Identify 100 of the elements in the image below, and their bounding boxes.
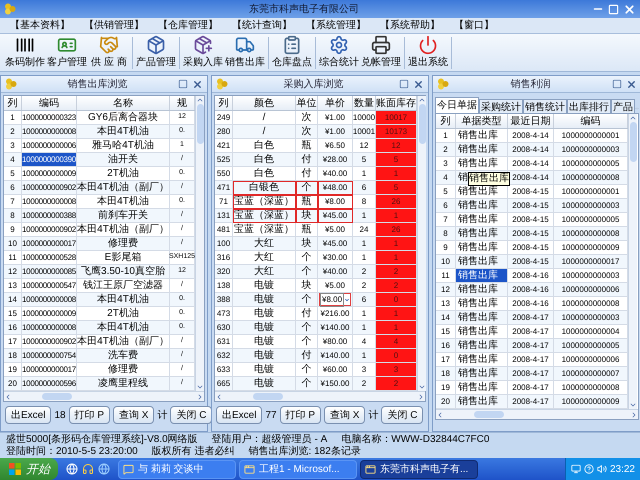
scroll-up-icon[interactable]: [418, 96, 426, 104]
panel-button[interactable]: 出Excel: [5, 406, 52, 424]
package-icon: [146, 35, 166, 55]
menu-item[interactable]: 【窗口】: [454, 18, 494, 33]
tab[interactable]: 今日单据: [435, 97, 479, 113]
speaker-icon[interactable]: [596, 464, 607, 474]
close-icon[interactable]: [192, 78, 203, 90]
scroll-thumb[interactable]: [630, 122, 636, 162]
panel-button[interactable]: 查询 X: [324, 406, 366, 424]
maximize-icon[interactable]: [399, 79, 409, 89]
scroll-right-icon[interactable]: [417, 392, 425, 400]
column-header[interactable]: 列: [436, 114, 456, 128]
table-cell: ¥48.00: [318, 181, 353, 195]
scroll-thumb[interactable]: [42, 393, 72, 400]
column-header[interactable]: 最近日期: [508, 114, 554, 128]
scroll-down-icon[interactable]: [418, 383, 426, 391]
menu-item[interactable]: 【系统帮助】: [380, 18, 440, 33]
toolbar-button[interactable]: 条码制作: [4, 34, 46, 70]
scroll-up-icon[interactable]: [196, 96, 204, 104]
chat-icon: [123, 464, 134, 474]
taskbar-button[interactable]: 东莞市科声电子有...: [360, 460, 478, 478]
toolbar-button[interactable]: 兑帐管理: [360, 34, 402, 70]
handshake-icon: [99, 35, 119, 55]
maximize-icon[interactable]: [612, 79, 622, 89]
table-cell: 0: [376, 293, 417, 307]
column-header[interactable]: 列: [215, 96, 233, 110]
panel-button[interactable]: 打印 P: [68, 406, 110, 424]
panel-button[interactable]: 关闭 C: [170, 406, 212, 424]
scroll-right-icon[interactable]: [630, 410, 638, 418]
tab[interactable]: 产品: [611, 99, 635, 113]
maximize-icon[interactable]: [178, 79, 188, 89]
taskbar-button[interactable]: 与 莉莉 交谈中: [118, 460, 236, 478]
table-cell: 1: [376, 237, 417, 251]
panel-button[interactable]: 打印 P: [280, 406, 322, 424]
column-header[interactable]: 列: [4, 96, 22, 110]
column-header[interactable]: 单位: [296, 96, 318, 110]
column-header[interactable]: 单据类型: [456, 114, 508, 128]
scroll-thumb[interactable]: [474, 411, 504, 418]
table-cell: 块: [296, 209, 318, 223]
column-header[interactable]: 单价: [318, 96, 353, 110]
table-cell: 白银色: [233, 181, 296, 195]
panel-button[interactable]: 关闭 C: [381, 406, 424, 424]
toolbar-button[interactable]: 综合统计: [318, 34, 360, 70]
help-icon[interactable]: [584, 464, 594, 474]
panel-button[interactable]: 查询 X: [113, 406, 154, 424]
table-cell: ¥8.00: [318, 195, 353, 209]
column-header[interactable]: 编码: [22, 96, 77, 110]
vertical-scrollbar[interactable]: [195, 96, 204, 391]
toolbar-button[interactable]: 退出系统: [407, 34, 449, 70]
table-cell: ¥45.00: [318, 209, 353, 223]
scroll-right-icon[interactable]: [196, 392, 204, 400]
scroll-left-icon[interactable]: [436, 410, 444, 418]
toolbar-button[interactable]: 采购入库: [182, 34, 224, 70]
scroll-down-icon[interactable]: [629, 401, 637, 409]
taskbar-button[interactable]: 工程1 - Microsof...: [239, 460, 357, 478]
close-icon[interactable]: [623, 2, 636, 16]
column-header[interactable]: 颜色: [233, 96, 296, 110]
toolbar-button[interactable]: 供 应 商: [88, 34, 130, 70]
toolbar-button[interactable]: 客户管理: [46, 34, 88, 70]
globe-icon[interactable]: [98, 463, 110, 475]
menu-item[interactable]: 【供销管理】: [84, 18, 144, 33]
status-text: 电脑名称：WWW-D32844C7FC0: [341, 434, 490, 446]
vertical-scrollbar[interactable]: [417, 96, 426, 391]
start-button[interactable]: 开始: [0, 458, 58, 480]
menu-item[interactable]: 【统计查询】: [232, 18, 292, 33]
app-window-icon: [244, 464, 255, 474]
scroll-thumb[interactable]: [418, 104, 426, 144]
horizontal-scrollbar[interactable]: [215, 391, 425, 401]
vertical-scrollbar[interactable]: [628, 114, 637, 409]
tab[interactable]: 出库排行: [567, 99, 611, 113]
table-cell: 2: [376, 265, 417, 279]
table-cell: 10173: [376, 125, 417, 139]
truck-icon: [235, 35, 255, 55]
price-dropdown[interactable]: ¥8.00: [319, 293, 351, 306]
scroll-left-icon[interactable]: [4, 392, 12, 400]
scroll-down-icon[interactable]: [196, 383, 204, 391]
horizontal-scrollbar[interactable]: [436, 409, 638, 419]
app-logo-icon: [4, 3, 16, 15]
toolbar-button[interactable]: 销售出库: [224, 34, 266, 70]
scroll-left-icon[interactable]: [215, 392, 223, 400]
scroll-thumb[interactable]: [196, 104, 204, 144]
horizontal-scrollbar[interactable]: [4, 391, 204, 401]
menu-item[interactable]: 【仓库管理】: [158, 18, 218, 33]
scroll-thumb[interactable]: [253, 393, 283, 400]
menu-item[interactable]: 【基本资料】: [10, 18, 70, 33]
close-icon[interactable]: [626, 78, 637, 90]
panel-button[interactable]: 出Excel: [216, 406, 262, 424]
monitor-icon[interactable]: [570, 464, 581, 474]
close-icon[interactable]: [413, 78, 424, 90]
toolbar-button[interactable]: 产品管理: [135, 34, 177, 70]
toolbar-button[interactable]: 仓库盘点: [271, 34, 313, 70]
tab[interactable]: 采购统计: [479, 99, 523, 113]
clipboard-icon: [282, 35, 302, 55]
table-cell: 个: [296, 181, 318, 195]
column-header[interactable]: 数量: [353, 96, 376, 110]
menu-item[interactable]: 【系统管理】: [306, 18, 366, 33]
tab[interactable]: 销售统计: [523, 99, 567, 113]
headset-icon[interactable]: [82, 463, 94, 475]
scroll-up-icon[interactable]: [629, 114, 637, 122]
column-header[interactable]: 名称: [77, 96, 170, 110]
